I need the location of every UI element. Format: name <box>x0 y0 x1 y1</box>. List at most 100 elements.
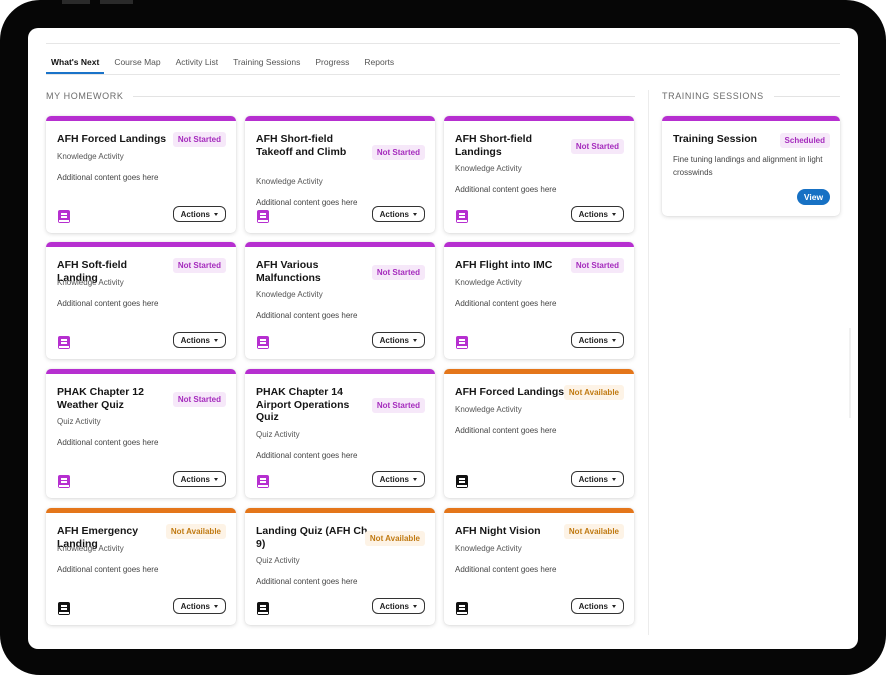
actions-dropdown-button[interactable]: Actions <box>172 206 226 222</box>
card-accent-bar <box>46 116 236 121</box>
card-accent-bar <box>46 508 236 513</box>
card-accent-bar <box>444 508 634 513</box>
card-extra-text: Additional content goes here <box>256 311 358 320</box>
card-extra-text: Additional content goes here <box>256 197 358 207</box>
card-accent-bar <box>245 242 435 247</box>
card-extra-text: Additional content goes here <box>256 450 358 460</box>
homework-card: AFH Night Vision Not Available Knowledge A… <box>444 508 634 625</box>
book-icon <box>58 210 70 223</box>
status-badge: Not Available <box>563 385 624 401</box>
card-extra-text: Additional content goes here <box>455 425 557 435</box>
book-icon <box>456 475 468 488</box>
book-icon <box>456 602 468 615</box>
card-extra-text: Additional content goes here <box>57 298 159 308</box>
card-title: AFH Short-field Landings <box>455 133 532 158</box>
card-extra-text: Additional content goes here <box>57 564 159 574</box>
tab-progress[interactable]: Progress <box>310 57 354 74</box>
card-title: PHAK Chapter 14 Airport Operations Quiz <box>256 386 350 423</box>
device-frame: What's Next Course Map Activity List Tra… <box>0 0 886 675</box>
status-badge: Not Started <box>172 132 226 148</box>
homework-card: AFH Forced Landings Not Started Knowledge … <box>46 116 236 233</box>
activity-type: Knowledge Activity <box>57 543 124 553</box>
book-icon <box>58 336 70 349</box>
status-badge: Not Started <box>371 264 425 280</box>
homework-card: AFH Short-field Landings Not Started Knowl… <box>444 116 634 233</box>
status-badge: Not Started <box>570 138 624 154</box>
card-accent-bar <box>245 116 435 121</box>
activity-type: Knowledge Activity <box>256 290 323 299</box>
view-button[interactable]: View <box>797 189 830 205</box>
homework-card: AFH Forced Landings Not Available Knowledg… <box>444 369 634 498</box>
caret-down-icon <box>612 338 616 342</box>
caret-down-icon <box>612 604 616 608</box>
activity-type: Knowledge Activity <box>57 151 124 161</box>
tab-reports[interactable]: Reports <box>359 57 399 74</box>
card-title: AFH Forced Landings <box>57 133 167 145</box>
actions-label: Actions <box>180 474 210 484</box>
actions-dropdown-button[interactable]: Actions <box>172 471 226 487</box>
actions-dropdown-button[interactable]: Actions <box>371 332 425 348</box>
activity-type: Knowledge Activity <box>256 176 323 186</box>
status-badge: Not Available <box>364 530 425 546</box>
actions-dropdown-button[interactable]: Actions <box>172 598 226 614</box>
card-accent-bar <box>245 508 435 513</box>
caret-down-icon <box>612 477 616 481</box>
header-divider <box>46 43 840 44</box>
card-title: AFH Forced Landings <box>455 386 565 398</box>
caret-down-icon <box>413 212 417 216</box>
bezel-detail <box>62 0 90 4</box>
actions-label: Actions <box>379 335 409 345</box>
activity-type: Knowledge Activity <box>455 164 522 173</box>
status-badge: Not Started <box>172 258 226 274</box>
activity-type: Knowledge Activity <box>57 277 124 287</box>
card-extra-text: Additional content goes here <box>455 564 557 574</box>
status-badge: Not Started <box>371 397 425 413</box>
activity-type: Knowledge Activity <box>455 404 522 414</box>
caret-down-icon <box>214 338 218 342</box>
homework-card: Landing Quiz (AFH Ch 9) Not Available Quiz… <box>245 508 435 625</box>
status-badge: Not Available <box>165 524 226 540</box>
book-icon <box>257 602 269 615</box>
actions-dropdown-button[interactable]: Actions <box>570 206 624 222</box>
caret-down-icon <box>612 212 616 216</box>
card-accent-bar <box>444 242 634 247</box>
tab-whats-next[interactable]: What's Next <box>46 57 105 74</box>
caret-down-icon <box>413 604 417 608</box>
status-badge: Not Started <box>172 391 226 407</box>
actions-dropdown-button[interactable]: Actions <box>371 598 425 614</box>
tab-training-sessions[interactable]: Training Sessions <box>228 57 305 74</box>
heading-rule <box>133 95 635 97</box>
actions-dropdown-button[interactable]: Actions <box>371 206 425 222</box>
bezel-detail <box>100 0 133 4</box>
actions-dropdown-button[interactable]: Actions <box>172 332 226 348</box>
card-extra-text: Additional content goes here <box>57 438 159 447</box>
homework-card: AFH Emergency Landing Not Available Knowle… <box>46 508 236 625</box>
tab-course-map[interactable]: Course Map <box>109 57 165 74</box>
tab-activity-list[interactable]: Activity List <box>171 57 224 74</box>
column-divider <box>648 90 649 635</box>
activity-type: Quiz Activity <box>256 556 300 565</box>
actions-dropdown-button[interactable]: Actions <box>570 471 624 487</box>
card-accent-bar <box>444 116 634 121</box>
actions-label: Actions <box>578 209 608 219</box>
book-icon <box>257 210 269 223</box>
actions-dropdown-button[interactable]: Actions <box>570 598 624 614</box>
tab-bar: What's Next Course Map Activity List Tra… <box>46 57 840 75</box>
book-icon <box>257 475 269 488</box>
card-title: AFH Flight into IMC <box>455 259 553 271</box>
caret-down-icon <box>214 212 218 216</box>
book-icon <box>58 475 70 488</box>
actions-label: Actions <box>379 601 409 611</box>
training-heading: TRAINING SESSIONS <box>662 90 840 102</box>
caret-down-icon <box>214 604 218 608</box>
book-icon <box>456 210 468 223</box>
card-accent-bar <box>245 369 435 374</box>
status-badge: Not Started <box>570 258 624 274</box>
training-heading-label: TRAINING SESSIONS <box>662 91 764 101</box>
actions-dropdown-button[interactable]: Actions <box>570 332 624 348</box>
homework-card: AFH Flight into IMC Not Started Knowledge … <box>444 242 634 359</box>
card-accent-bar <box>46 369 236 374</box>
actions-label: Actions <box>379 474 409 484</box>
card-extra-text: Additional content goes here <box>455 185 557 194</box>
actions-dropdown-button[interactable]: Actions <box>371 471 425 487</box>
